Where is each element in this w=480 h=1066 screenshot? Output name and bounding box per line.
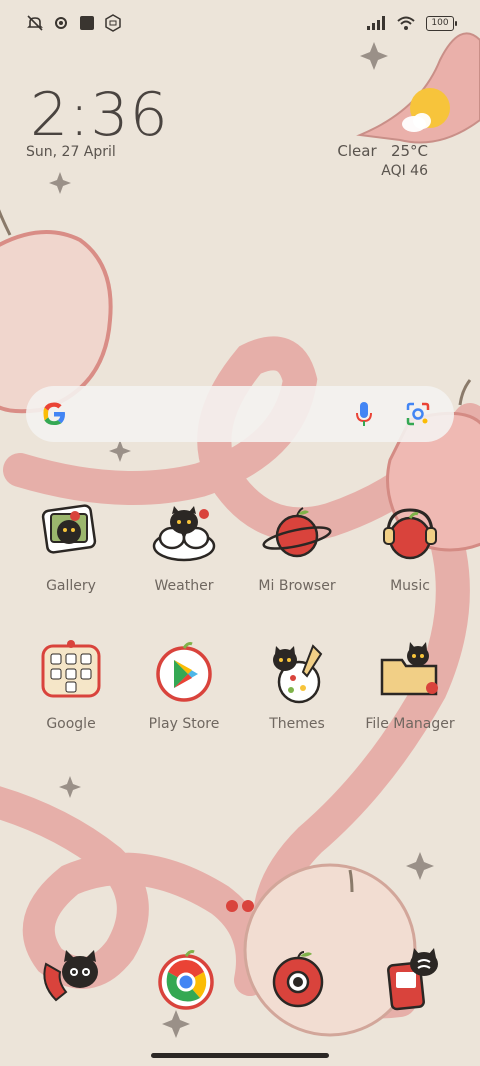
file-manager-icon — [380, 642, 438, 696]
messages-icon[interactable] — [380, 944, 452, 1016]
gesture-navigation-bar[interactable] — [151, 1053, 329, 1058]
play-store-icon — [156, 642, 212, 702]
chrome-icon[interactable] — [150, 944, 222, 1016]
weather-temperature: 25°C — [390, 142, 428, 160]
sun-cloud-icon — [402, 88, 450, 132]
square-notification-icon — [80, 16, 94, 30]
wifi-icon — [397, 16, 415, 30]
clock-date[interactable]: Sun, 27 April — [26, 144, 116, 160]
app-label: Music — [390, 578, 430, 594]
google-g-icon — [43, 402, 65, 425]
app-play-store[interactable]: Play Store — [128, 636, 240, 732]
app-mi-browser[interactable]: Mi Browser — [241, 498, 353, 594]
music-icon — [383, 508, 437, 560]
camera-icon[interactable] — [262, 944, 334, 1016]
app-label: Gallery — [46, 578, 96, 594]
weather-condition: Clear — [337, 142, 377, 160]
google-lens-icon[interactable] — [404, 400, 432, 428]
app-gallery[interactable]: Gallery — [15, 498, 127, 594]
app-google[interactable]: Google — [15, 636, 127, 732]
weather-condition-temp: Clear 25°C — [337, 142, 428, 160]
themes-icon — [273, 644, 323, 704]
silent-icon — [27, 15, 43, 31]
app-music[interactable]: Music — [354, 498, 466, 594]
google-search-bar[interactable] — [26, 386, 454, 442]
app-weather[interactable]: Weather — [128, 498, 240, 594]
phone-cat-icon[interactable] — [36, 944, 108, 1016]
weather-app-icon — [152, 506, 216, 562]
mi-browser-icon — [262, 507, 332, 558]
settings-gear-icon — [55, 17, 67, 29]
microphone-icon[interactable] — [354, 400, 374, 428]
app-themes[interactable]: Themes — [241, 636, 353, 732]
app-label: Google — [46, 716, 96, 732]
app-label: Play Store — [148, 716, 220, 732]
app-label: File Manager — [365, 716, 455, 732]
app-label: Themes — [269, 716, 325, 732]
signal-icon — [367, 16, 385, 30]
mi-shield-icon — [105, 14, 121, 32]
gallery-icon — [41, 504, 97, 554]
google-folder-icon — [41, 640, 101, 698]
weather-aqi: AQI 46 — [381, 163, 428, 179]
app-label: Weather — [154, 578, 214, 594]
app-label: Mi Browser — [258, 578, 336, 594]
app-file-manager[interactable]: File Manager — [354, 636, 466, 732]
battery-indicator: 100 — [426, 15, 457, 31]
clock-time[interactable]: 2:36 — [30, 80, 169, 150]
status-bar: 100 — [0, 0, 480, 46]
